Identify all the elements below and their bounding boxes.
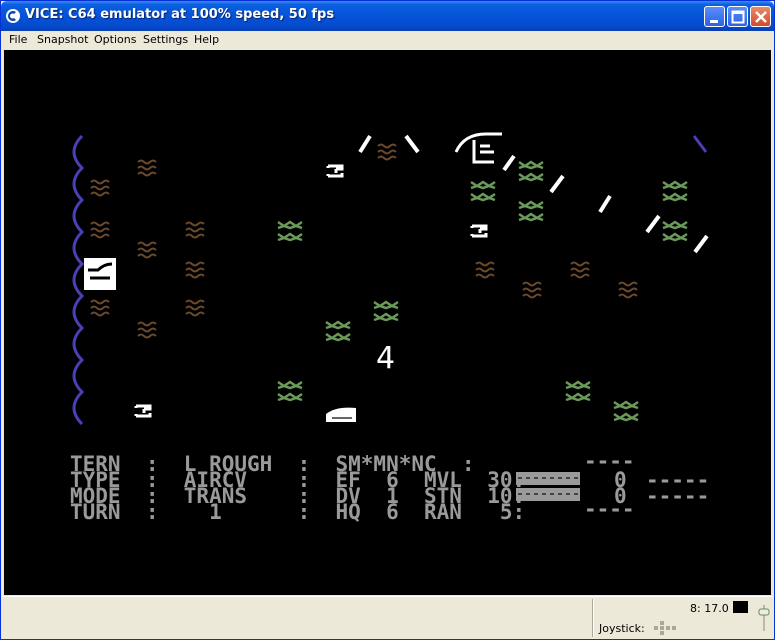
forest-terrain: [372, 300, 400, 322]
rough-terrain: [137, 159, 157, 177]
rough-terrain: [137, 241, 157, 259]
river-line: [72, 134, 85, 426]
selected-unit[interactable]: [84, 258, 116, 290]
dashes-top: ----: [584, 449, 635, 473]
rough-terrain: [90, 299, 110, 317]
status-line-turn: TURN : 1 : HQ 6 RAN 5:: [70, 500, 525, 524]
rough-terrain: [90, 179, 110, 197]
minimize-icon: [710, 20, 718, 23]
rough-terrain: [137, 321, 157, 339]
status-separator: [592, 599, 594, 637]
minimize-button[interactable]: [704, 6, 725, 27]
forest-terrain: [517, 160, 545, 182]
joystick-label: Joystick:: [599, 622, 645, 635]
window-title: VICE: C64 emulator at 100% speed, 50 fps: [25, 7, 335, 22]
title-bar[interactable]: VICE: C64 emulator at 100% speed, 50 fps: [1, 1, 774, 31]
forest-terrain: [324, 320, 352, 342]
unit-strength-bar-2: [516, 488, 580, 501]
forest-terrain: [469, 180, 497, 202]
rough-terrain: [185, 299, 205, 317]
hq-unit: [134, 404, 152, 418]
map-number: 4: [376, 341, 395, 376]
hq-unit: [326, 164, 344, 178]
vice-app-icon[interactable]: [5, 8, 21, 24]
hq-unit: [470, 224, 488, 238]
c64-screen[interactable]: 4 TERN : L ROUGH : SM*MN*NC : TYPE : AIR…: [4, 50, 771, 595]
maximize-button[interactable]: [727, 6, 748, 27]
forest-terrain: [517, 200, 545, 222]
rough-terrain: [475, 261, 495, 279]
city-marker: [454, 132, 502, 164]
road-segment: [358, 134, 709, 254]
vice-window: VICE: C64 emulator at 100% speed, 50 fps…: [0, 0, 775, 640]
close-button[interactable]: [750, 6, 771, 27]
menu-settings[interactable]: Settings: [143, 33, 188, 46]
forest-terrain: [276, 380, 304, 402]
rough-terrain: [570, 261, 590, 279]
unit-strength-bar-1: [516, 472, 580, 485]
volume-slider-icon[interactable]: [757, 601, 771, 635]
game-display: 4 TERN : L ROUGH : SM*MN*NC : TYPE : AIR…: [70, 132, 709, 524]
rough-terrain: [185, 221, 205, 239]
speed-indicator: 8: 17.0: [690, 602, 729, 615]
dashes-right-2: -----: [646, 484, 709, 508]
forest-terrain: [564, 380, 592, 402]
menu-help[interactable]: Help: [194, 33, 219, 46]
river-line-2: [692, 135, 708, 153]
rough-terrain: [522, 281, 542, 299]
menu-options[interactable]: Options: [94, 33, 136, 46]
forest-terrain: [612, 400, 640, 422]
rough-terrain: [377, 143, 397, 161]
maximize-icon: [731, 10, 745, 24]
menu-bar: File Snapshot Options Settings Help: [2, 31, 773, 50]
rough-terrain: [618, 281, 638, 299]
joystick-indicator-icon[interactable]: [647, 621, 679, 635]
carrier-unit: [326, 407, 356, 422]
rough-terrain: [185, 261, 205, 279]
forest-terrain: [661, 220, 689, 242]
menu-snapshot[interactable]: Snapshot: [37, 33, 88, 46]
dashes-bottom: ----: [584, 497, 635, 521]
forest-terrain: [661, 180, 689, 202]
forest-terrain: [276, 220, 304, 242]
menu-file[interactable]: File: [9, 33, 27, 46]
drive-led: [733, 601, 748, 613]
rough-terrain: [90, 221, 110, 239]
close-icon: [755, 11, 767, 23]
status-bar: 8: 17.0 Joystick:: [2, 596, 773, 639]
